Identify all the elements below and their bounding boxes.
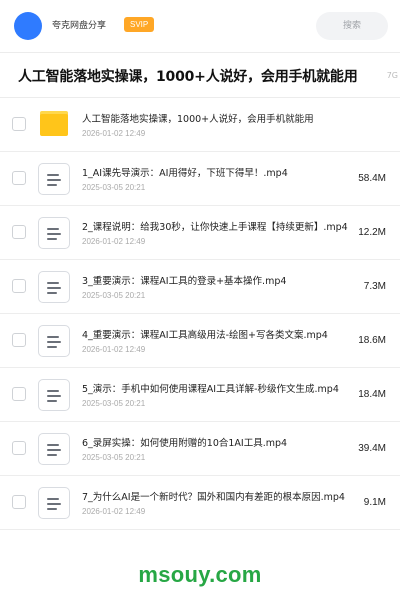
row-checkbox[interactable] (12, 117, 26, 131)
document-icon (38, 271, 70, 303)
file-name: 3_重要演示：课程AI工具的登录+基本操作.mp4 (82, 276, 287, 287)
document-icon (38, 325, 70, 357)
file-name: 6_录屏实操：如何使用附赠的10合1AI工具.mp4 (82, 438, 288, 449)
file-list: 人工智能落地实操课，1000+人说好，会用手机就能用 2026-01-02 12:… (0, 98, 400, 530)
avatar[interactable] (14, 12, 42, 40)
total-size: 7G (384, 71, 398, 80)
document-icon (38, 487, 70, 519)
file-name: 4_重要演示：课程AI工具高级用法-绘图+写各类文案.mp4 (82, 330, 328, 341)
document-icon (38, 163, 70, 195)
file-row[interactable]: 4_重要演示：课程AI工具高级用法-绘图+写各类文案.mp4 2026-01-02… (0, 314, 400, 368)
row-checkbox[interactable] (12, 495, 26, 509)
file-size: 12.2M (358, 227, 386, 238)
svip-badge: SVIP (124, 17, 155, 32)
file-date: 2025-03-05 20:21 (82, 399, 146, 408)
document-icon (38, 217, 70, 249)
document-icon (38, 433, 70, 465)
row-checkbox[interactable] (12, 441, 26, 455)
file-date: 2025-03-05 20:21 (82, 183, 146, 192)
row-checkbox[interactable] (12, 333, 26, 347)
file-row[interactable]: 7_为什么AI是一个新时代？国外和国内有差距的根本原因.mp4 2026-01-0… (0, 476, 400, 530)
file-row[interactable]: 2_课程说明：给我30秒，让你快速上手课程【持续更新】.mp4 2026-01-0… (0, 206, 400, 260)
search-input[interactable] (316, 12, 388, 40)
file-date: 2026-01-02 12:49 (82, 237, 146, 246)
brand-name: 夸克网盘分享 (52, 21, 107, 31)
file-row[interactable]: 1_AI课先导演示：AI用得好，下班下得早！.mp4 2025-03-05 20:… (0, 152, 400, 206)
title-row: 人工智能落地实操课，1000+人说好，会用手机就能用 7G (0, 53, 400, 97)
file-date: 2025-03-05 20:21 (82, 291, 146, 300)
file-date: 2026-01-02 12:49 (82, 129, 146, 138)
row-checkbox[interactable] (12, 171, 26, 185)
row-checkbox[interactable] (12, 225, 26, 239)
file-name: 2_课程说明：给我30秒，让你快速上手课程【持续更新】.mp4 (82, 222, 348, 233)
row-checkbox[interactable] (12, 387, 26, 401)
header: 夸克网盘分享 SVIP (0, 0, 400, 52)
document-icon (38, 379, 70, 411)
file-name: 1_AI课先导演示：AI用得好，下班下得早！.mp4 (82, 168, 288, 179)
file-size: 9.1M (363, 497, 386, 508)
file-date: 2026-01-02 12:49 (82, 345, 146, 354)
file-row[interactable]: 6_录屏实操：如何使用附赠的10合1AI工具.mp4 2025-03-05 20:… (0, 422, 400, 476)
file-name: 5_演示：手机中如何使用课程AI工具详解-秒级作文生成.mp4 (82, 384, 339, 395)
file-row[interactable]: 3_重要演示：课程AI工具的登录+基本操作.mp4 2025-03-05 20:2… (0, 260, 400, 314)
file-name: 7_为什么AI是一个新时代？国外和国内有差距的根本原因.mp4 (82, 492, 345, 503)
page-title: 人工智能落地实操课，1000+人说好，会用手机就能用 (18, 69, 358, 85)
watermark: msouy.com (138, 562, 262, 587)
file-size: 18.6M (358, 335, 386, 346)
folder-icon (38, 109, 70, 141)
row-checkbox[interactable] (12, 279, 26, 293)
file-date: 2026-01-02 12:49 (82, 507, 146, 516)
file-date: 2025-03-05 20:21 (82, 453, 146, 462)
file-size: 7.3M (363, 281, 386, 292)
folder-row[interactable]: 人工智能落地实操课，1000+人说好，会用手机就能用 2026-01-02 12:… (0, 98, 400, 152)
file-size: 58.4M (358, 173, 386, 184)
file-row[interactable]: 5_演示：手机中如何使用课程AI工具详解-秒级作文生成.mp4 2025-03-0… (0, 368, 400, 422)
file-size: 18.4M (358, 389, 386, 400)
file-size: 39.4M (358, 443, 386, 454)
file-name: 人工智能落地实操课，1000+人说好，会用手机就能用 (82, 114, 314, 125)
